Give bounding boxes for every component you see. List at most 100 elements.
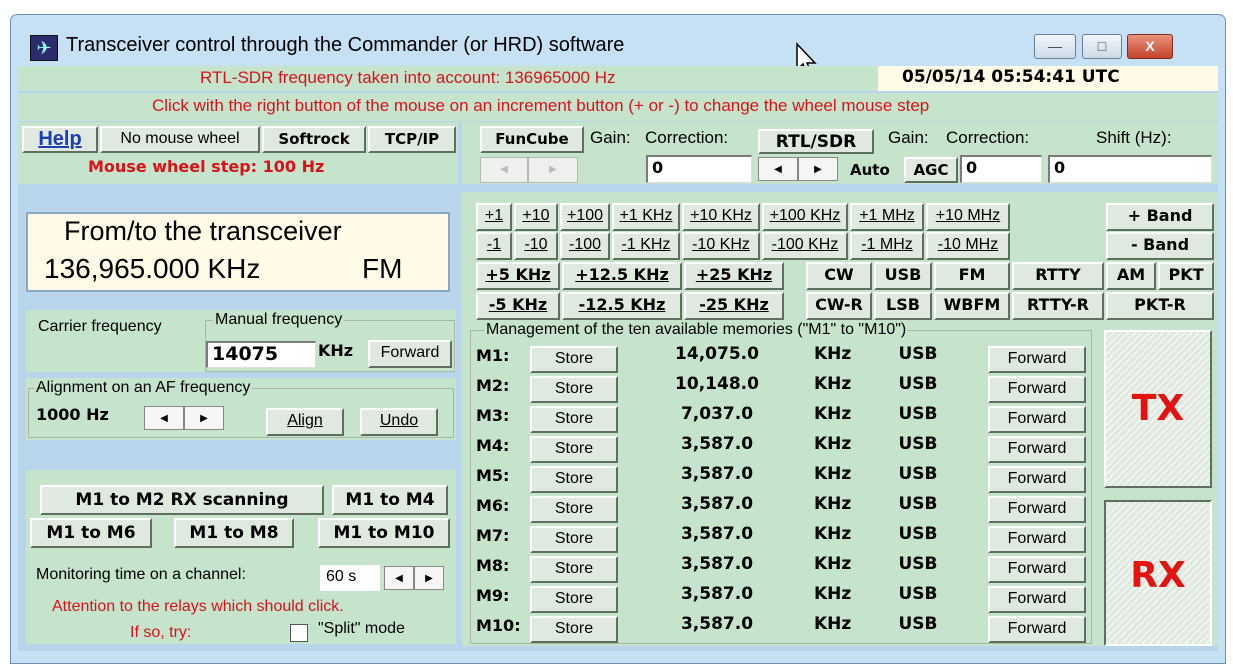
memory-frequency: 3,587.0	[680, 584, 754, 604]
no-mouse-wheel-button[interactable]: No mouse wheel	[100, 126, 260, 153]
rtlsdr-button[interactable]: RTL/SDR	[758, 129, 874, 154]
increment-plus-3-button[interactable]: +1 KHz	[612, 203, 680, 231]
memory-mode: USB	[898, 344, 938, 364]
carrier-frequency-label: Carrier frequency	[38, 318, 162, 335]
memory-label: M4:	[476, 436, 510, 455]
mode-usb-button[interactable]: USB	[874, 262, 932, 290]
memory-store-button[interactable]: Store	[530, 586, 618, 613]
memory-forward-button[interactable]: Forward	[988, 466, 1086, 493]
m1-to-m2-scanning-button[interactable]: M1 to M2 RX scanning	[40, 485, 324, 515]
increment-minus-0-button[interactable]: -1	[476, 232, 512, 260]
increment-minus-2-button[interactable]: -100	[560, 232, 610, 260]
shift-label: Shift (Hz):	[1096, 128, 1172, 147]
m1-to-m10-button[interactable]: M1 to M10	[318, 518, 450, 548]
memory-store-button[interactable]: Store	[530, 406, 618, 433]
rx-button[interactable]: RX	[1104, 500, 1212, 646]
split-mode-checkbox[interactable]	[290, 624, 308, 642]
m1-to-m4-button[interactable]: M1 to M4	[332, 485, 448, 515]
memory-store-button[interactable]: Store	[530, 466, 618, 493]
memory-store-button[interactable]: Store	[530, 376, 618, 403]
memory-forward-button[interactable]: Forward	[988, 346, 1086, 373]
manual-forward-button[interactable]: Forward	[368, 340, 452, 368]
m1-to-m8-button[interactable]: M1 to M8	[174, 518, 294, 548]
increment-plus-1-button[interactable]: +10	[514, 203, 558, 231]
step-minus-12-5khz-button[interactable]: -12.5 KHz	[562, 292, 682, 320]
memory-forward-button[interactable]: Forward	[988, 586, 1086, 613]
minus-band-button[interactable]: - Band	[1106, 232, 1214, 260]
tcpip-button[interactable]: TCP/IP	[368, 126, 456, 153]
monitoring-time-value: 60 s	[326, 568, 357, 585]
mode-wbfm-button[interactable]: WBFM	[934, 292, 1010, 320]
memory-store-button[interactable]: Store	[530, 436, 618, 463]
rtl-gain-right-arrow-icon[interactable]: ▶	[798, 157, 838, 181]
mode-lsb-button[interactable]: LSB	[874, 292, 932, 320]
increment-plus-4-button[interactable]: +10 KHz	[682, 203, 760, 231]
memory-forward-button[interactable]: Forward	[988, 436, 1086, 463]
increment-minus-6-button[interactable]: -1 MHz	[850, 232, 924, 260]
tx-button[interactable]: TX	[1104, 330, 1212, 488]
step-minus-5khz-button[interactable]: -5 KHz	[476, 292, 560, 320]
increment-minus-4-button[interactable]: -10 KHz	[682, 232, 760, 260]
mode-cw-button[interactable]: CW	[806, 262, 872, 290]
mode-pkt-button[interactable]: PKT	[1158, 262, 1214, 290]
increment-plus-6-button[interactable]: +1 MHz	[850, 203, 924, 231]
memory-label: M6:	[476, 496, 510, 515]
memory-frequency: 3,587.0	[680, 524, 754, 544]
mode-cw-r-button[interactable]: CW-R	[806, 292, 872, 320]
increment-minus-1-button[interactable]: -10	[514, 232, 558, 260]
memory-store-button[interactable]: Store	[530, 616, 618, 643]
help-button[interactable]: Help	[22, 126, 98, 153]
datetime: 05/05/14 05:54:41 UTC	[902, 67, 1120, 87]
mode-fm-button[interactable]: FM	[934, 262, 1010, 290]
memory-forward-button[interactable]: Forward	[988, 406, 1086, 433]
step-plus-12-5khz-button[interactable]: +12.5 KHz	[562, 262, 682, 290]
step-plus-5khz-button[interactable]: +5 KHz	[476, 262, 560, 290]
agc-button[interactable]: AGC	[904, 157, 958, 183]
shift-input[interactable]: 0	[1048, 155, 1212, 183]
step-plus-25khz-button[interactable]: +25 KHz	[684, 262, 784, 290]
memory-forward-button[interactable]: Forward	[988, 556, 1086, 583]
alignment-right-arrow-icon[interactable]: ▶	[184, 406, 224, 430]
memory-store-button[interactable]: Store	[530, 496, 618, 523]
undo-button[interactable]: Undo	[360, 408, 438, 436]
mode-am-button[interactable]: AM	[1106, 262, 1156, 290]
increment-plus-5-button[interactable]: +100 KHz	[762, 203, 848, 231]
rtl-correction-input[interactable]: 0	[960, 155, 1042, 183]
monitoring-right-arrow-icon[interactable]: ▶	[414, 566, 444, 590]
memory-label: M5:	[476, 466, 510, 485]
align-button[interactable]: Align	[266, 408, 344, 436]
increment-minus-3-button[interactable]: -1 KHz	[612, 232, 680, 260]
funcube-gain-right-arrow-icon[interactable]: ▶	[528, 157, 578, 183]
memory-forward-button[interactable]: Forward	[988, 526, 1086, 553]
m1-to-m6-button[interactable]: M1 to M6	[30, 518, 152, 548]
memory-forward-button[interactable]: Forward	[988, 496, 1086, 523]
monitoring-left-arrow-icon[interactable]: ◀	[384, 566, 414, 590]
step-minus-25khz-button[interactable]: -25 KHz	[684, 292, 784, 320]
increment-minus-5-button[interactable]: -100 KHz	[762, 232, 848, 260]
memory-label: M10:	[476, 616, 521, 635]
increment-minus-7-button[interactable]: -10 MHz	[926, 232, 1010, 260]
increment-plus-0-button[interactable]: +1	[476, 203, 512, 231]
memory-store-button[interactable]: Store	[530, 526, 618, 553]
alignment-left-arrow-icon[interactable]: ◀	[144, 406, 184, 430]
memory-forward-button[interactable]: Forward	[988, 376, 1086, 403]
rtl-frequency-status: RTL-SDR frequency taken into account: 13…	[200, 68, 616, 87]
mode-rtty-button[interactable]: RTTY	[1012, 262, 1104, 290]
memory-store-button[interactable]: Store	[530, 556, 618, 583]
rtl-gain-left-arrow-icon[interactable]: ◀	[758, 157, 798, 181]
manual-frequency-input[interactable]: 14075	[206, 341, 316, 368]
funcube-correction-input[interactable]: 0	[646, 155, 752, 183]
close-button[interactable]: X	[1127, 34, 1173, 59]
memory-store-button[interactable]: Store	[530, 346, 618, 373]
mode-rtty-r-button[interactable]: RTTY-R	[1012, 292, 1104, 320]
mode-pkt-r-button[interactable]: PKT-R	[1106, 292, 1214, 320]
increment-plus-2-button[interactable]: +100	[560, 203, 610, 231]
plus-band-button[interactable]: + Band	[1106, 203, 1214, 231]
funcube-gain-left-arrow-icon[interactable]: ◀	[480, 157, 528, 183]
funcube-button[interactable]: FunCube	[480, 126, 584, 153]
increment-plus-7-button[interactable]: +10 MHz	[926, 203, 1010, 231]
maximize-button[interactable]: □	[1082, 34, 1122, 59]
softrock-button[interactable]: Softrock	[262, 126, 366, 153]
minimize-button[interactable]: —	[1034, 34, 1076, 59]
memory-forward-button[interactable]: Forward	[988, 616, 1086, 643]
